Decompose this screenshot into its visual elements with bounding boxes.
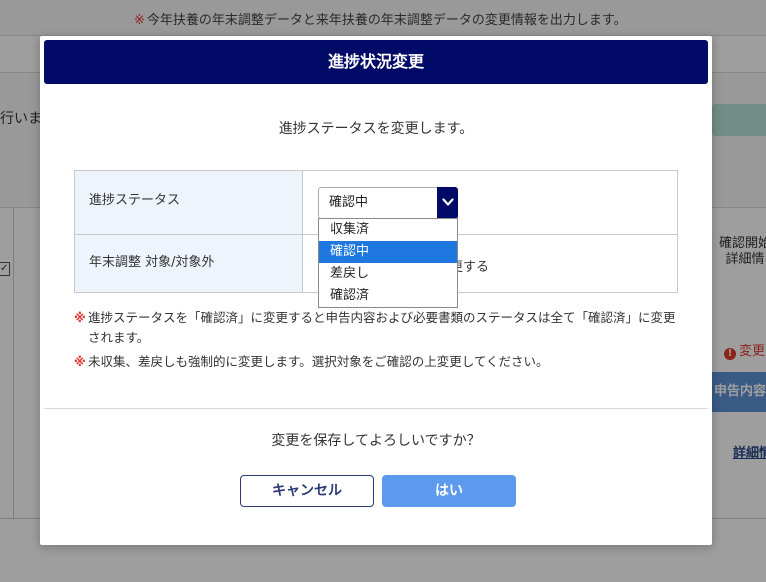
dialog-notes: ※ 進捗ステータスを「確認済」に変更すると申告内容および必要書類のステータスは全… <box>74 308 684 376</box>
chevron-down-icon[interactable] <box>437 187 458 219</box>
note-mark: ※ <box>74 355 86 369</box>
status-dropdown-list: 収集済 確認中 差戻し 確認済 <box>318 218 458 308</box>
dropdown-option-confirming[interactable]: 確認中 <box>319 241 457 263</box>
note-text: 進捗ステータスを「確認済」に変更すると申告内容および必要書類のステータスは全て「… <box>88 310 676 345</box>
note-mark: ※ <box>74 311 86 325</box>
note-item: ※ 進捗ステータスを「確認済」に変更すると申告内容および必要書類のステータスは全… <box>74 308 684 348</box>
cancel-button[interactable]: キャンセル <box>240 475 374 507</box>
dropdown-option-collected[interactable]: 収集済 <box>319 219 457 241</box>
note-item: ※ 未収集、差戻しも強制的に変更します。選択対象をご確認の上変更してください。 <box>74 352 684 372</box>
dialog-divider <box>44 408 708 409</box>
confirm-question: 変更を保存してよろしいですか？ <box>271 433 481 449</box>
dialog-title: 進捗状況変更 <box>44 40 708 84</box>
dropdown-option-returned[interactable]: 差戻し <box>319 263 457 285</box>
status-select-value: 確認中 <box>329 195 369 210</box>
status-label: 進捗ステータス <box>75 171 303 234</box>
year-end-label: 年末調整 対象/対象外 <box>75 235 303 292</box>
note-text: 未収集、差戻しも強制的に変更します。選択対象をご確認の上変更してください。 <box>88 354 549 369</box>
dropdown-option-confirmed[interactable]: 確認済 <box>319 285 457 307</box>
ok-button[interactable]: はい <box>382 475 516 507</box>
progress-status-dialog: 進捗状況変更 進捗ステータスを変更します。 進捗ステータス 確認中 年末調整 対… <box>40 36 712 545</box>
dialog-lead-text: 進捗ステータスを変更します。 <box>278 121 474 137</box>
status-select[interactable]: 確認中 <box>318 187 458 219</box>
